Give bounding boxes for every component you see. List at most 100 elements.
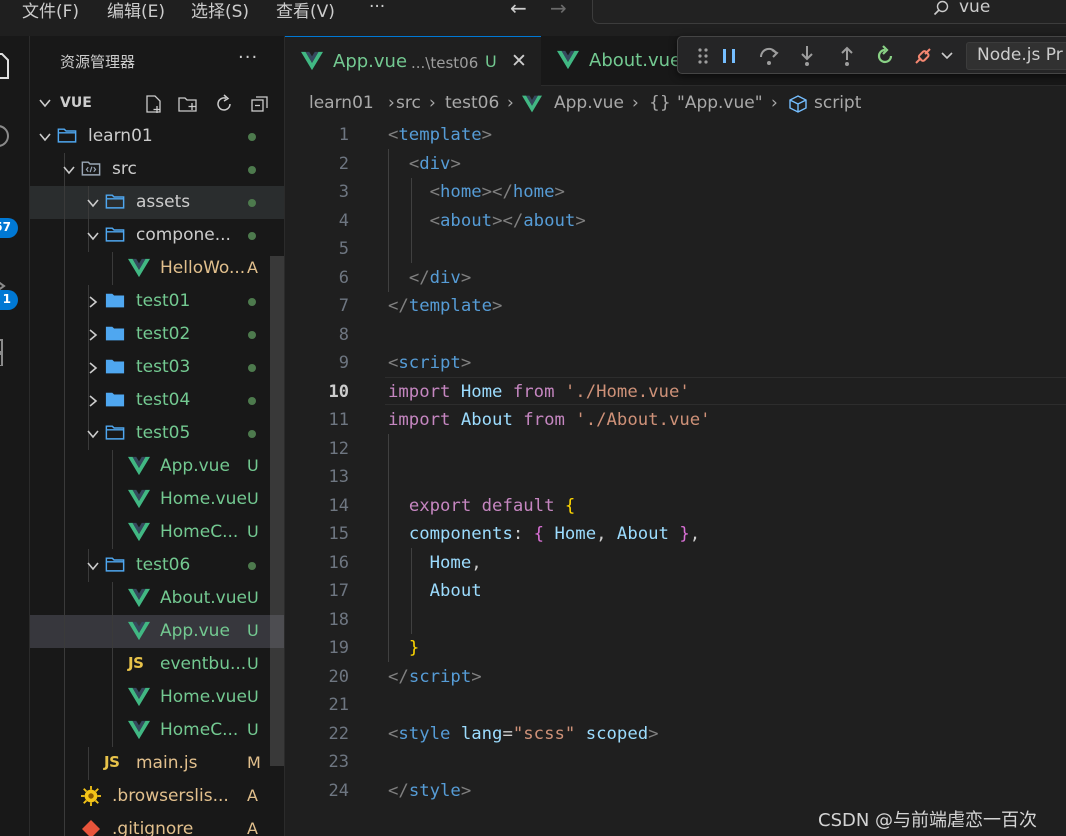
chevron-right-icon xyxy=(89,362,98,374)
code-line[interactable]: import Home from './Home.vue' xyxy=(388,382,690,402)
workspace-root[interactable]: VUE xyxy=(30,92,284,116)
close-icon[interactable]: ✕ xyxy=(511,50,527,72)
forward-arrow-icon[interactable]: → xyxy=(550,0,567,20)
tree-item[interactable]: App.vue U xyxy=(30,450,284,483)
breadcrumb-item[interactable]: App.vue xyxy=(554,93,624,113)
tree-item[interactable]: JS main.js M xyxy=(30,747,284,780)
refresh-icon[interactable] xyxy=(214,94,234,114)
explorer-more-actions[interactable]: ··· xyxy=(238,47,258,68)
tree-item[interactable]: test04 xyxy=(30,384,284,417)
code-line[interactable]: </script> xyxy=(388,667,482,687)
tree-item-label: main.js xyxy=(136,753,198,773)
explorer-title: 资源管理器 xyxy=(60,53,136,71)
code-line[interactable]: About xyxy=(388,581,482,601)
debug-session-select[interactable]: Node.js Pr xyxy=(966,42,1066,70)
code-token: Home xyxy=(429,552,472,573)
code-line[interactable]: Home, xyxy=(388,553,482,573)
drag-handle-icon[interactable] xyxy=(692,45,714,67)
code-editor[interactable]: 1 <template> 2 <div> 3 <home></home> 4 <abou… xyxy=(285,121,1066,836)
tree-item[interactable]: test06 xyxy=(30,549,284,582)
code-line[interactable]: import About from './About.vue' xyxy=(388,410,711,430)
code-token: from xyxy=(512,381,555,402)
tree-item[interactable]: About.vue U xyxy=(30,582,284,615)
menu-view[interactable]: 查看(V) xyxy=(276,0,335,22)
tree-item[interactable]: assets xyxy=(30,186,284,219)
menu-more[interactable]: ··· xyxy=(369,0,385,17)
code-token: style xyxy=(408,780,461,801)
tree-item[interactable]: test03 xyxy=(30,351,284,384)
breadcrumb-item[interactable]: script xyxy=(814,93,861,113)
tree-item[interactable]: HelloWo... A xyxy=(30,252,284,285)
breadcrumb-item[interactable]: learn01 xyxy=(309,93,374,113)
code-line[interactable]: <script> xyxy=(388,353,471,373)
code-line[interactable]: </template> xyxy=(388,296,502,316)
tree-item[interactable]: App.vue U xyxy=(30,615,284,648)
tab-git-badge: U xyxy=(485,52,497,71)
breadcrumb-item[interactable]: test06 xyxy=(445,93,499,113)
search-view-icon[interactable] xyxy=(0,122,16,150)
code-line[interactable]: <home></home> xyxy=(388,182,565,202)
tree-item[interactable]: test01 xyxy=(30,285,284,318)
tree-item[interactable]: learn01 xyxy=(30,120,284,153)
code-line[interactable]: <about></about> xyxy=(388,211,586,231)
tree-item[interactable]: HomeC... U xyxy=(30,714,284,747)
explorer-files-icon[interactable] xyxy=(0,52,16,80)
collapse-all-icon[interactable] xyxy=(250,94,270,114)
disconnect-icon[interactable] xyxy=(912,45,934,67)
tree-item[interactable]: test05 xyxy=(30,417,284,450)
code-line[interactable]: <style lang="scss" scoped> xyxy=(388,724,659,744)
tree-item[interactable]: .gitignore A xyxy=(30,813,284,836)
code-line[interactable]: </div> xyxy=(388,268,471,288)
back-arrow-icon[interactable]: ← xyxy=(510,0,527,20)
tree-item[interactable]: compone... xyxy=(30,219,284,252)
new-folder-icon[interactable] xyxy=(178,94,198,114)
breadcrumb-item[interactable]: "App.vue" xyxy=(677,93,763,113)
step-over-icon[interactable] xyxy=(758,45,780,67)
new-file-icon[interactable] xyxy=(144,94,164,114)
tree-item[interactable]: src xyxy=(30,153,284,186)
menu-selection[interactable]: 选择(S) xyxy=(191,0,249,22)
extensions-icon[interactable] xyxy=(0,338,16,366)
code-line[interactable]: <div> xyxy=(388,154,461,174)
tree-item[interactable]: JS eventbu... U xyxy=(30,648,284,681)
line-number: 18 xyxy=(328,609,349,630)
file-tree: learn01 src assets compone... HelloWo... Ates… xyxy=(30,120,284,836)
tree-indent-guide xyxy=(64,681,65,714)
code-line[interactable]: </style> xyxy=(388,781,471,801)
tree-item[interactable]: Home.vue U xyxy=(30,483,284,516)
tree-item[interactable]: Home.vue U xyxy=(30,681,284,714)
tree-indent-guide xyxy=(64,417,65,450)
git-status-dot xyxy=(248,166,256,174)
code-token: about xyxy=(523,210,576,231)
code-line[interactable]: } xyxy=(388,638,419,658)
code-token: about xyxy=(440,210,493,231)
code-token: { xyxy=(533,524,545,544)
code-line[interactable]: <template> xyxy=(388,125,492,145)
breadcrumb-item[interactable]: src xyxy=(396,93,421,113)
folder-icon xyxy=(105,326,125,341)
folder-icon xyxy=(105,359,125,374)
source-control-icon[interactable] xyxy=(0,188,16,216)
command-center-search[interactable]: vue xyxy=(592,0,1066,24)
tree-item[interactable]: .browserslis... A xyxy=(30,780,284,813)
menu-edit[interactable]: 编辑(E) xyxy=(107,0,165,22)
pause-icon[interactable] xyxy=(718,45,740,67)
code-line[interactable]: components: { Home, About }, xyxy=(388,524,700,544)
code-token: div xyxy=(429,267,461,288)
code-token: from xyxy=(523,410,565,430)
chevron-down-icon[interactable] xyxy=(940,45,954,67)
restart-icon[interactable] xyxy=(874,45,896,67)
line-number: 10 xyxy=(328,381,349,402)
sidebar-scrollbar[interactable] xyxy=(270,256,284,766)
tree-item[interactable]: HomeC... U xyxy=(30,516,284,549)
code-token: > xyxy=(460,780,472,801)
breadcrumb: learn01 › src › test06 › App.vue › {} "A… xyxy=(285,87,1066,121)
menu-file[interactable]: 文件(F) xyxy=(22,0,79,22)
code-line[interactable]: export default { xyxy=(388,496,576,516)
tree-item[interactable]: test02 xyxy=(30,318,284,351)
tab-app-vue[interactable]: App.vue ...\test06 U ✕ xyxy=(285,36,541,86)
breadcrumb-separator: › xyxy=(771,93,778,113)
step-into-icon[interactable] xyxy=(796,45,818,67)
step-out-icon[interactable] xyxy=(836,45,858,67)
